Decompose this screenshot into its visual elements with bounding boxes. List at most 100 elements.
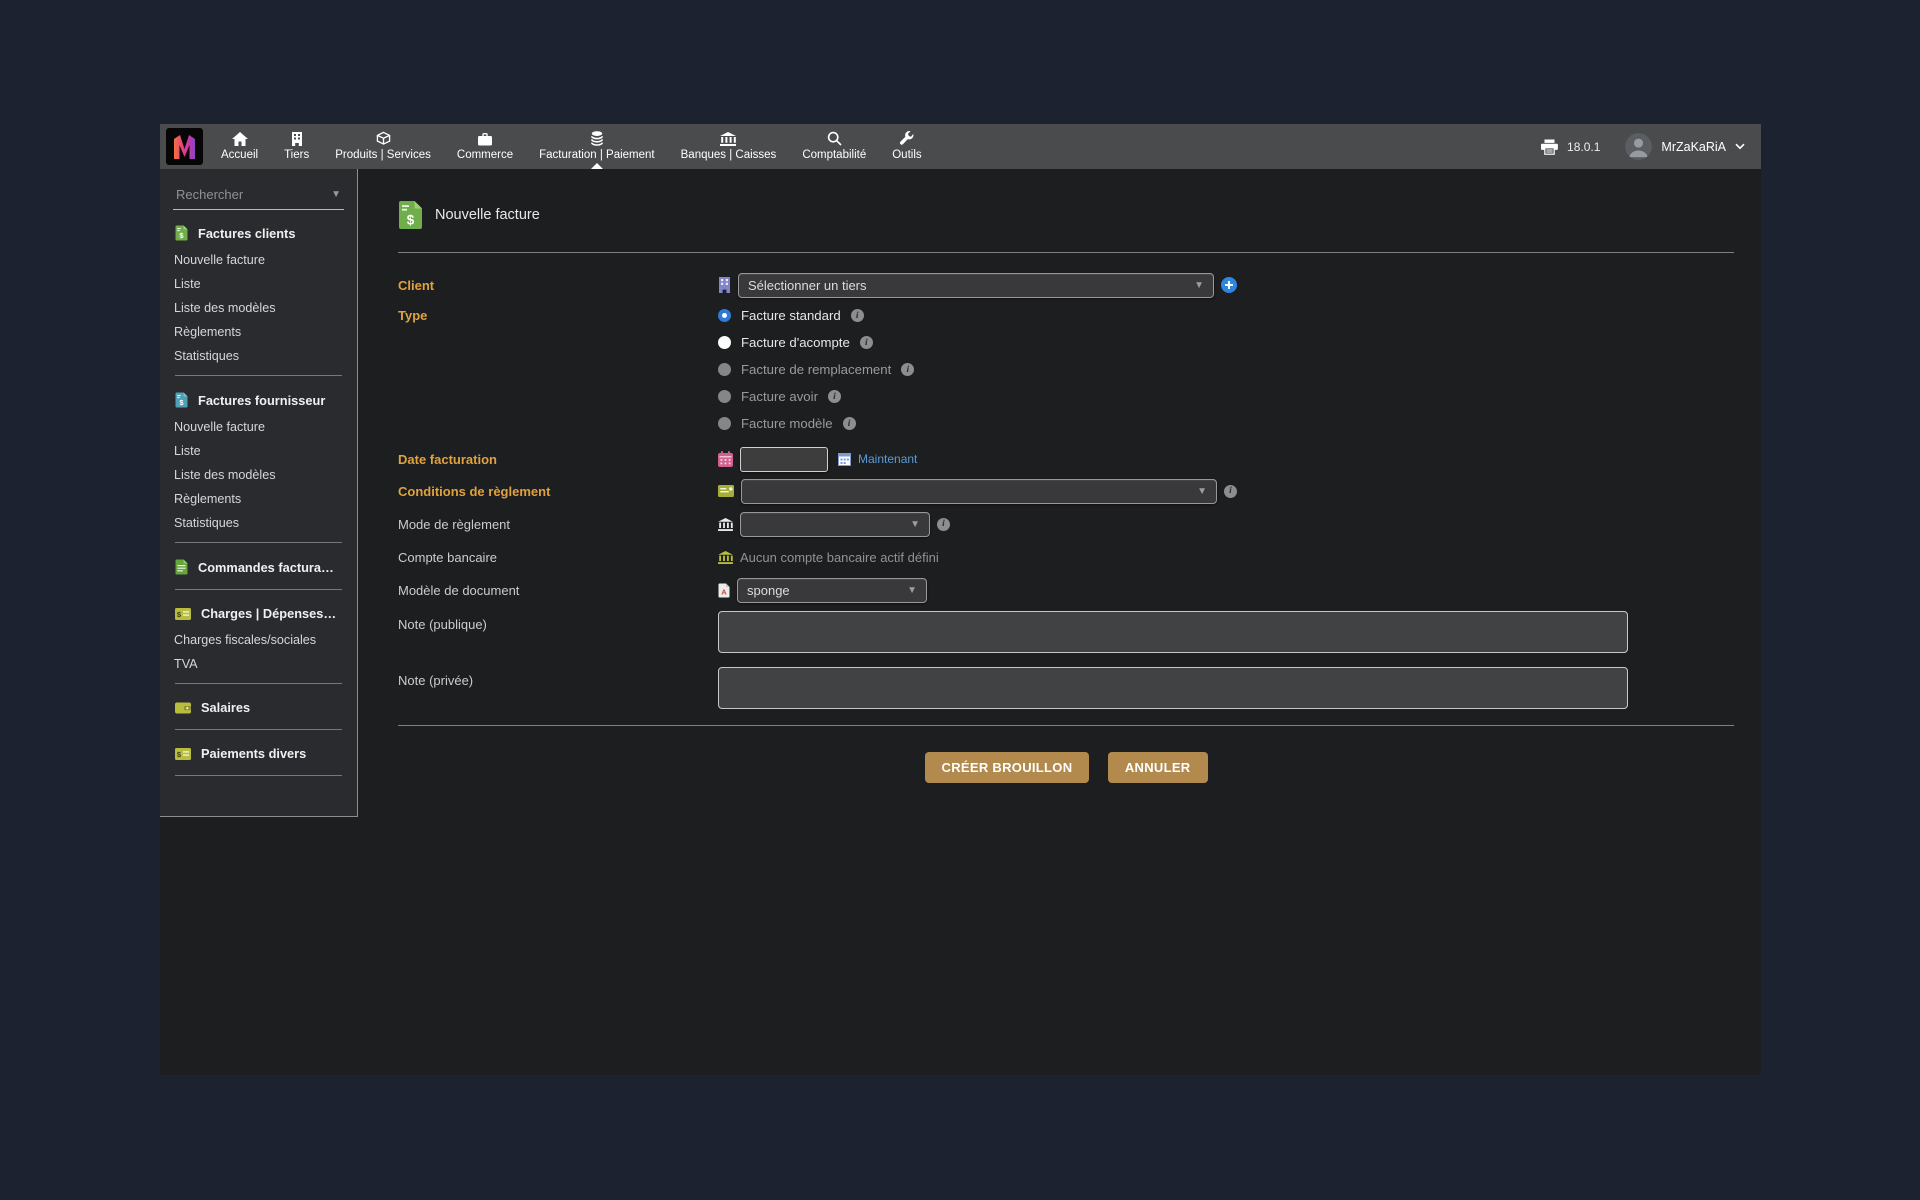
divider bbox=[175, 683, 342, 684]
sidebar-section-commandes[interactable]: Commandes factura… bbox=[173, 550, 344, 582]
sidebar-link[interactable]: Charges fiscales/sociales bbox=[173, 628, 344, 652]
nav-item-accueil[interactable]: Accueil bbox=[208, 124, 271, 169]
nav-item-commerce[interactable]: Commerce bbox=[444, 124, 526, 169]
chevron-down-icon[interactable] bbox=[1735, 143, 1745, 150]
nav-label: Produits | Services bbox=[335, 149, 431, 161]
type-option-avoir: Facture avoir i bbox=[718, 383, 914, 410]
nav-item-comptabilite[interactable]: Comptabilité bbox=[789, 124, 879, 169]
divider bbox=[175, 729, 342, 730]
nav-label: Banques | Caisses bbox=[681, 149, 777, 161]
nav-label: Outils bbox=[892, 149, 921, 161]
sidebar-link[interactable]: Liste des modèles bbox=[173, 463, 344, 487]
nav-item-facturation-paiement[interactable]: Facturation | Paiement bbox=[526, 124, 668, 169]
create-draft-button[interactable]: CRÉER BROUILLON bbox=[925, 752, 1090, 783]
sidebar-link[interactable]: Nouvelle facture bbox=[173, 415, 344, 439]
calendar-icon bbox=[718, 451, 733, 467]
caret-down-icon: ▼ bbox=[899, 585, 917, 596]
divider bbox=[398, 725, 1734, 726]
sidebar-link[interactable]: Nouvelle facture bbox=[173, 248, 344, 272]
sidebar-link[interactable]: Liste bbox=[173, 439, 344, 463]
sidebar-section-paiements-divers[interactable]: $ Paiements divers bbox=[173, 737, 344, 768]
info-icon[interactable]: i bbox=[860, 336, 873, 349]
sidebar-section-factures-fournisseur[interactable]: $ Factures fournisseur bbox=[173, 383, 344, 415]
section-title: Paiements divers bbox=[201, 746, 306, 761]
home-icon bbox=[232, 130, 248, 146]
terms-label: Conditions de règlement bbox=[398, 484, 718, 499]
info-icon[interactable]: i bbox=[851, 309, 864, 322]
radio-facture-remplacement bbox=[718, 363, 731, 376]
info-icon[interactable]: i bbox=[828, 390, 841, 403]
date-input[interactable] bbox=[740, 447, 828, 472]
radio-label: Facture modèle bbox=[741, 416, 833, 431]
user-avatar[interactable] bbox=[1625, 133, 1652, 160]
divider bbox=[398, 252, 1734, 253]
app-logo[interactable] bbox=[160, 124, 208, 169]
order-green-icon bbox=[175, 559, 188, 575]
radio-label: Facture d'acompte bbox=[741, 335, 850, 350]
datepicker-icon[interactable] bbox=[838, 453, 851, 466]
radio-facture-modele bbox=[718, 417, 731, 430]
nav-item-outils[interactable]: Outils bbox=[879, 124, 934, 169]
money-check-yellow-icon: $ bbox=[175, 608, 191, 620]
pdf-icon: A bbox=[718, 583, 730, 598]
note-public-textarea[interactable] bbox=[718, 611, 1628, 653]
sidebar-link[interactable]: Liste bbox=[173, 272, 344, 296]
sidebar-section-factures-clients[interactable]: $ Factures clients bbox=[173, 216, 344, 248]
sidebar-link[interactable]: Liste des modèles bbox=[173, 296, 344, 320]
nav-item-banques-caisses[interactable]: Banques | Caisses bbox=[668, 124, 790, 169]
main-menu: Accueil Tiers Produits | Services Commer… bbox=[208, 124, 935, 169]
cancel-button[interactable]: ANNULER bbox=[1108, 752, 1208, 783]
printer-icon[interactable] bbox=[1541, 139, 1558, 155]
radio-label: Facture de remplacement bbox=[741, 362, 891, 377]
info-icon[interactable]: i bbox=[937, 518, 950, 531]
payment-terms-select[interactable]: ▼ bbox=[741, 479, 1217, 504]
type-option-acompte: Facture d'acompte i bbox=[718, 329, 914, 356]
magnifier-icon bbox=[827, 130, 842, 146]
logo-icon bbox=[166, 128, 203, 165]
payment-terms-icon bbox=[718, 485, 734, 497]
client-select[interactable]: Sélectionner un tiers ▼ bbox=[738, 273, 1214, 298]
type-label: Type bbox=[398, 302, 718, 323]
user-menu[interactable]: MrZaKaRiA bbox=[1661, 140, 1726, 154]
radio-facture-acompte[interactable] bbox=[718, 336, 731, 349]
section-title: Salaires bbox=[201, 700, 250, 715]
invoice-green-icon: $ bbox=[398, 200, 423, 230]
search-select[interactable]: Rechercher ▼ bbox=[173, 185, 344, 210]
cube-icon bbox=[376, 130, 391, 146]
new-invoice-form: Client Sélectionner un tiers ▼ bbox=[398, 271, 1734, 709]
briefcase-icon bbox=[477, 130, 493, 146]
sidebar-link[interactable]: TVA bbox=[173, 652, 344, 676]
info-icon[interactable]: i bbox=[901, 363, 914, 376]
sidebar-link[interactable]: Règlements bbox=[173, 320, 344, 344]
note-private-textarea[interactable] bbox=[718, 667, 1628, 709]
info-icon[interactable]: i bbox=[843, 417, 856, 430]
nav-item-tiers[interactable]: Tiers bbox=[271, 124, 322, 169]
payment-mode-select[interactable]: ▼ bbox=[740, 512, 930, 537]
page-title-text: Nouvelle facture bbox=[435, 207, 540, 223]
now-link[interactable]: Maintenant bbox=[858, 452, 917, 466]
money-check-yellow-icon: $ bbox=[175, 748, 191, 760]
info-icon[interactable]: i bbox=[1224, 485, 1237, 498]
search-placeholder: Rechercher bbox=[176, 187, 243, 202]
client-label: Client bbox=[398, 278, 718, 293]
note-private-label: Note (privée) bbox=[398, 667, 718, 688]
invoice-teal-icon: $ bbox=[175, 392, 188, 408]
page-title: $ Nouvelle facture bbox=[398, 200, 1734, 230]
sidebar-link[interactable]: Statistiques bbox=[173, 511, 344, 535]
sidebar-link[interactable]: Règlements bbox=[173, 487, 344, 511]
doc-model-select[interactable]: sponge ▼ bbox=[737, 578, 927, 603]
svg-text:A: A bbox=[721, 587, 727, 596]
coins-icon bbox=[589, 130, 605, 146]
add-third-party-button[interactable] bbox=[1221, 277, 1237, 293]
active-tab-caret bbox=[591, 163, 603, 169]
caret-down-icon: ▼ bbox=[1189, 486, 1207, 497]
top-navbar: Accueil Tiers Produits | Services Commer… bbox=[160, 124, 1761, 169]
sidebar-section-salaires[interactable]: Salaires bbox=[173, 691, 344, 722]
nav-label: Comptabilité bbox=[802, 149, 866, 161]
sidebar-section-charges[interactable]: $ Charges | Dépenses… bbox=[173, 597, 344, 628]
radio-facture-standard[interactable] bbox=[718, 309, 731, 322]
nav-item-produits-services[interactable]: Produits | Services bbox=[322, 124, 444, 169]
sidebar-link[interactable]: Statistiques bbox=[173, 344, 344, 368]
caret-down-icon: ▼ bbox=[331, 189, 341, 200]
bank-icon bbox=[720, 130, 736, 146]
